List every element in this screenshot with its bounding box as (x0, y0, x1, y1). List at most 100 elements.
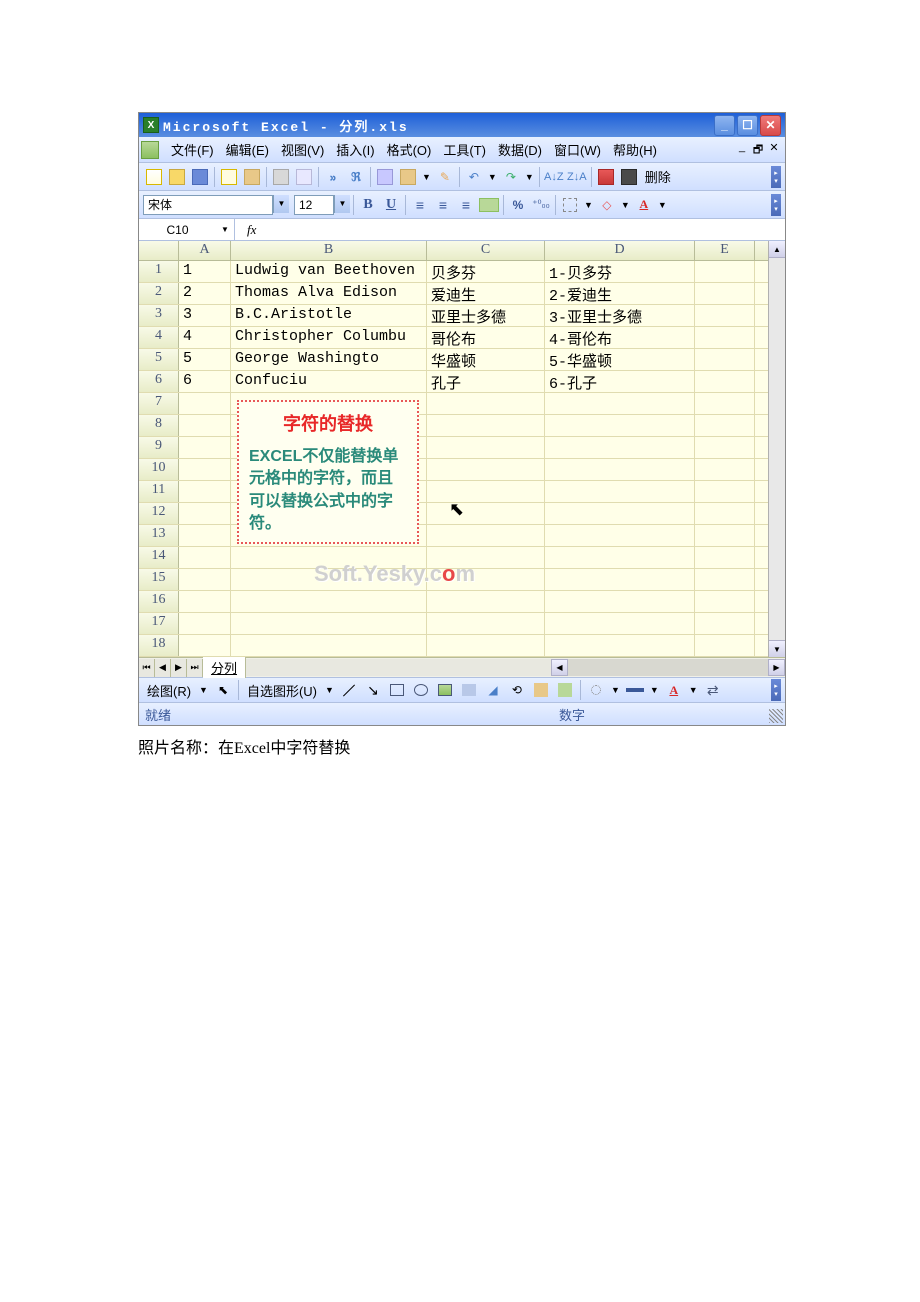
menu-edit[interactable]: 编辑(E) (220, 138, 275, 161)
cell[interactable] (545, 481, 695, 502)
cell[interactable]: 2 (179, 283, 231, 304)
cell[interactable] (179, 481, 231, 502)
insert-picture-button[interactable] (554, 679, 576, 701)
cell[interactable] (695, 547, 755, 568)
menu-data[interactable]: 数据(D) (492, 138, 548, 161)
increase-decimal-button[interactable]: ⁺⁰₀₀ (530, 194, 552, 216)
tab-nav-next[interactable]: ▶ (171, 659, 187, 677)
cell[interactable] (695, 437, 755, 458)
cell[interactable] (695, 371, 755, 392)
draw-menu[interactable]: 绘图(R) (143, 681, 195, 700)
row-header[interactable]: 2 (139, 283, 179, 304)
row-header[interactable]: 12 (139, 503, 179, 524)
row-header[interactable]: 5 (139, 349, 179, 370)
align-right-button[interactable]: ≡ (455, 194, 477, 216)
toolbar-expand[interactable]: ▸▾ (771, 679, 781, 701)
fx-button[interactable]: fx (235, 222, 268, 238)
clipart-button[interactable] (530, 679, 552, 701)
mdi-close[interactable]: ✕ (767, 141, 781, 160)
cell[interactable] (427, 481, 545, 502)
cell[interactable] (179, 393, 231, 414)
cell[interactable]: Confuciu (231, 371, 427, 392)
cell[interactable]: 2-爱迪生 (545, 283, 695, 304)
cell[interactable]: 1 (179, 261, 231, 282)
cell[interactable] (179, 591, 231, 612)
cell[interactable] (545, 393, 695, 414)
cell[interactable] (695, 503, 755, 524)
row-header[interactable]: 4 (139, 327, 179, 348)
grid-body[interactable]: 11Ludwig van Beethoven贝多芬1-贝多芬22Thomas A… (139, 261, 768, 657)
fill-color-button[interactable]: ◇ (596, 194, 618, 216)
autoshapes-dropdown[interactable]: ▼ (323, 685, 336, 695)
column-header-E[interactable]: E (695, 241, 755, 260)
arrow-button[interactable]: ↘ (362, 679, 384, 701)
cell[interactable] (695, 459, 755, 480)
cell[interactable] (545, 525, 695, 546)
cell[interactable]: 6 (179, 371, 231, 392)
cell[interactable]: 孔子 (427, 371, 545, 392)
cell[interactable] (231, 635, 427, 656)
toolbar-expand[interactable]: ▸▾ (771, 166, 781, 188)
cell[interactable] (179, 437, 231, 458)
cell[interactable]: 4-哥伦布 (545, 327, 695, 348)
cell[interactable] (179, 525, 231, 546)
cell[interactable]: 3-亚里士多德 (545, 305, 695, 326)
scroll-down-button[interactable]: ▼ (769, 640, 785, 657)
cell[interactable] (545, 613, 695, 634)
sort-desc-button[interactable]: Z↓A (566, 166, 588, 188)
borders-button[interactable] (559, 194, 581, 216)
redo-button[interactable]: ↷ (500, 166, 522, 188)
font-size-combo[interactable]: 12 ▼ (294, 195, 350, 215)
delete-button[interactable]: 删除 (641, 167, 675, 186)
research-button[interactable]: ℜ (345, 166, 367, 188)
paste-dropdown[interactable]: ▼ (420, 172, 433, 182)
cell[interactable]: 哥伦布 (427, 327, 545, 348)
row-header[interactable]: 10 (139, 459, 179, 480)
cell[interactable] (545, 635, 695, 656)
cell[interactable] (695, 635, 755, 656)
underline-button[interactable]: U (380, 194, 402, 216)
cell[interactable] (179, 547, 231, 568)
row-header[interactable]: 17 (139, 613, 179, 634)
save-button[interactable] (189, 166, 211, 188)
minimize-button[interactable]: _ (714, 115, 735, 136)
font-size-dropdown-icon[interactable]: ▼ (334, 195, 350, 213)
line-color-dropdown[interactable]: ▼ (648, 685, 661, 695)
cell[interactable] (545, 459, 695, 480)
oval-button[interactable] (410, 679, 432, 701)
cell[interactable] (545, 503, 695, 524)
cell[interactable] (545, 437, 695, 458)
font-color-dropdown[interactable]: ▼ (656, 200, 669, 210)
line-color-button[interactable] (624, 679, 646, 701)
row-header[interactable]: 1 (139, 261, 179, 282)
email-button[interactable] (241, 166, 263, 188)
cell[interactable]: 3 (179, 305, 231, 326)
chart-button[interactable] (595, 166, 617, 188)
cell[interactable]: Christopher Columbu (231, 327, 427, 348)
row-header[interactable]: 9 (139, 437, 179, 458)
scroll-track[interactable] (769, 258, 785, 640)
mdi-minimize[interactable]: _ (735, 141, 749, 160)
cell[interactable] (695, 525, 755, 546)
cell[interactable] (231, 613, 427, 634)
cut-button[interactable] (374, 166, 396, 188)
tab-nav-prev[interactable]: ◀ (155, 659, 171, 677)
undo-dropdown[interactable]: ▼ (486, 172, 499, 182)
cell[interactable]: B.C.Aristotle (231, 305, 427, 326)
cell[interactable] (695, 349, 755, 370)
align-center-button[interactable]: ≡ (432, 194, 454, 216)
scroll-left-button[interactable]: ◀ (551, 659, 568, 676)
cell[interactable] (427, 415, 545, 436)
toolbar-expand[interactable]: ▸▾ (771, 194, 781, 216)
hscroll-track[interactable] (568, 659, 768, 676)
cell[interactable] (695, 613, 755, 634)
cell[interactable] (427, 437, 545, 458)
cell[interactable] (179, 613, 231, 634)
row-header[interactable]: 3 (139, 305, 179, 326)
row-header[interactable]: 16 (139, 591, 179, 612)
cell[interactable] (695, 481, 755, 502)
tab-nav-last[interactable]: ⏭ (187, 659, 203, 677)
row-header[interactable]: 15 (139, 569, 179, 590)
align-left-button[interactable]: ≡ (409, 194, 431, 216)
fill-color-dropdown[interactable]: ▼ (619, 200, 632, 210)
